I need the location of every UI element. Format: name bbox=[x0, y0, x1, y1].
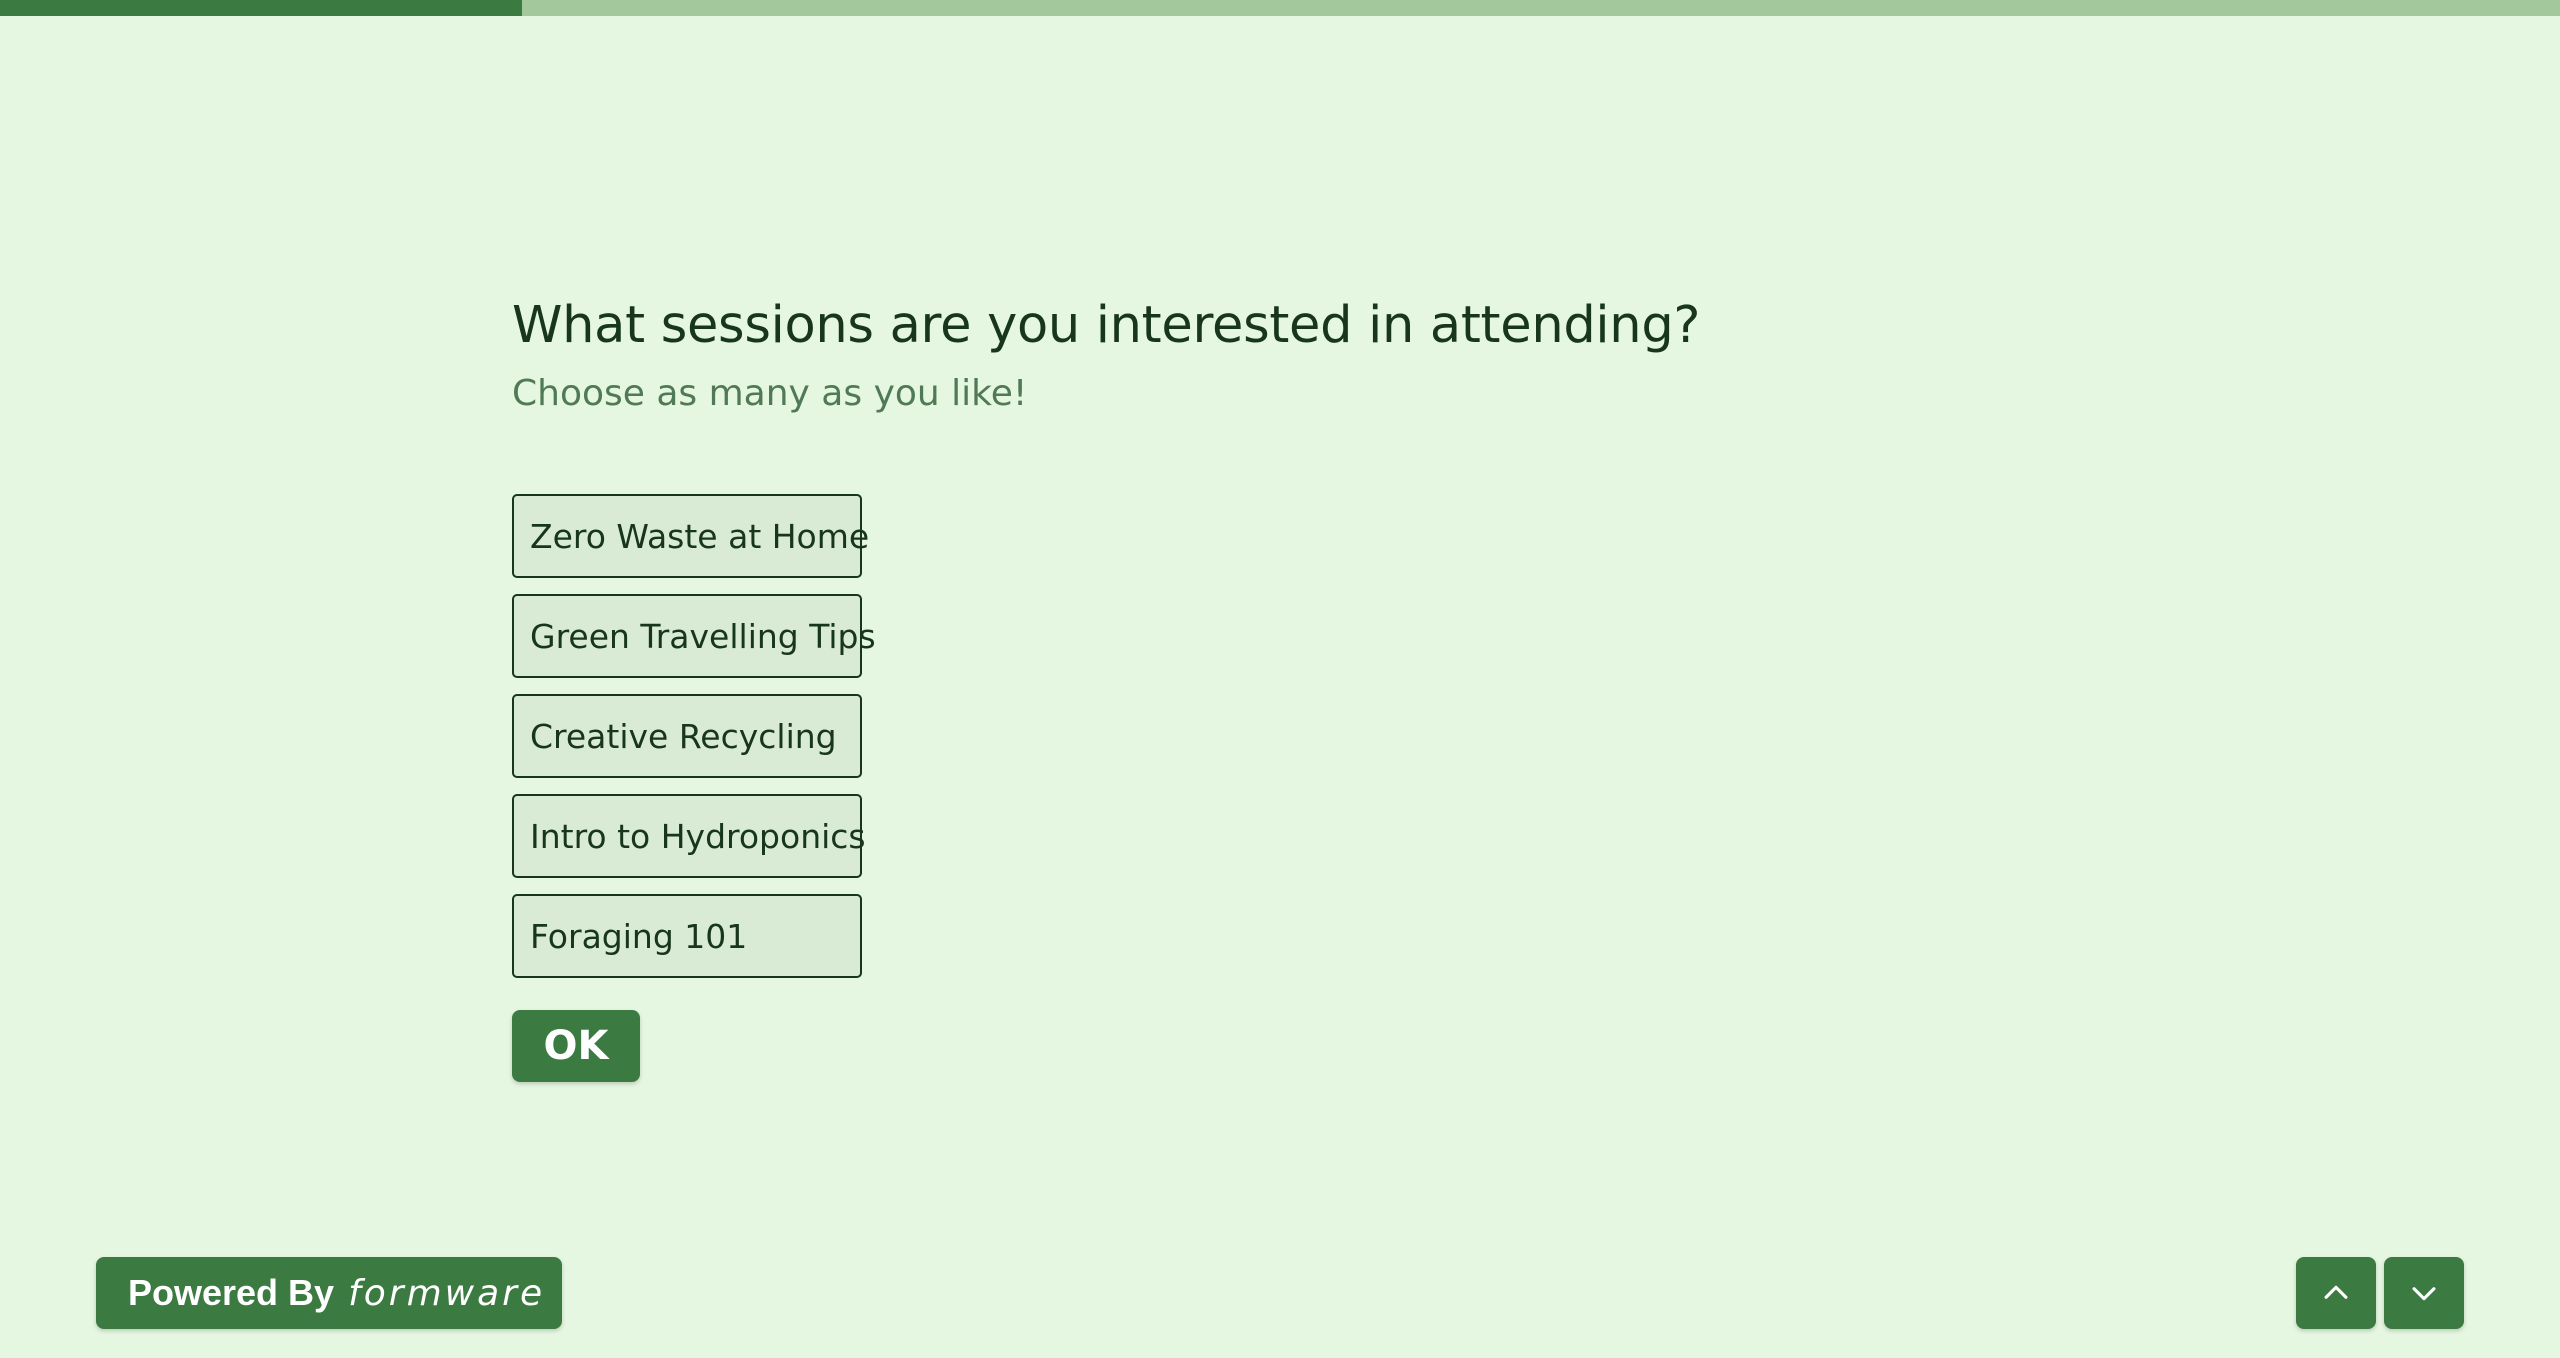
powered-by-label: Powered By bbox=[128, 1272, 335, 1313]
option-foraging-101[interactable]: Foraging 101 bbox=[512, 894, 862, 978]
next-question-button[interactable] bbox=[2384, 1257, 2464, 1329]
option-label: Green Travelling Tips bbox=[530, 616, 876, 656]
option-label: Zero Waste at Home bbox=[530, 516, 870, 556]
option-label: Intro to Hydroponics bbox=[530, 816, 866, 856]
option-intro-to-hydroponics[interactable]: Intro to Hydroponics bbox=[512, 794, 866, 878]
progress-bar-fill bbox=[0, 0, 523, 16]
chevron-down-icon bbox=[2412, 1287, 2436, 1301]
option-creative-recycling[interactable]: Creative Recycling bbox=[512, 694, 862, 778]
question-block: What sessions are you interested in atte… bbox=[512, 290, 1912, 418]
chevron-up-icon bbox=[2324, 1285, 2348, 1299]
progress-bar bbox=[0, 0, 2560, 16]
option-green-travelling-tips[interactable]: Green Travelling Tips bbox=[512, 594, 876, 678]
options-list: Zero Waste at Home Green Travelling Tips… bbox=[512, 494, 876, 994]
option-zero-waste-at-home[interactable]: Zero Waste at Home bbox=[512, 494, 869, 578]
brand-logo: formware bbox=[348, 1272, 546, 1314]
option-label: Creative Recycling bbox=[530, 716, 837, 756]
ok-button[interactable]: OK bbox=[512, 1010, 640, 1082]
previous-question-button[interactable] bbox=[2296, 1257, 2376, 1329]
option-label: Foraging 101 bbox=[530, 916, 748, 956]
powered-by-badge[interactable]: Powered By formware bbox=[96, 1257, 562, 1329]
question-subtitle: Choose as many as you like! bbox=[512, 373, 1028, 414]
question-title: What sessions are you interested in atte… bbox=[512, 296, 1701, 355]
